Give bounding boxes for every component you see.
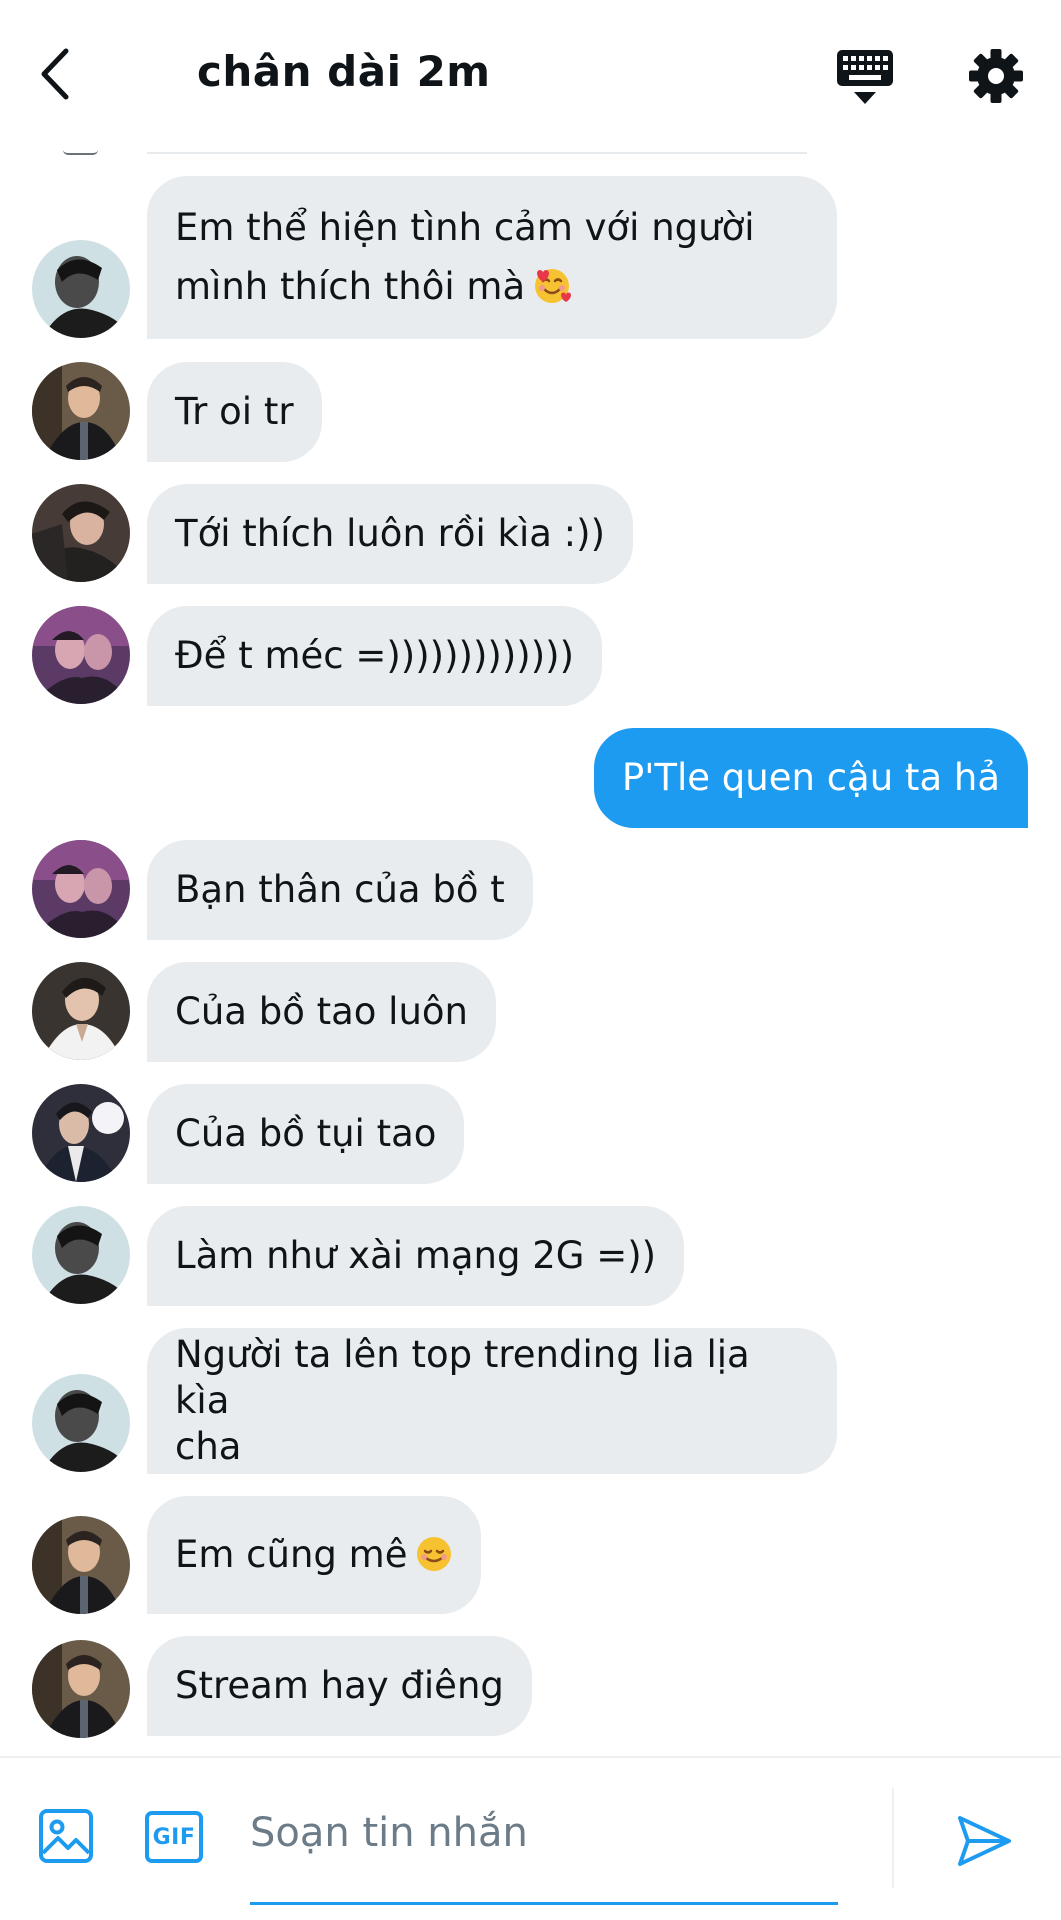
keyboard-icon [837, 50, 893, 104]
conversation-title[interactable]: chân dài 2m [197, 47, 491, 96]
add-image-button[interactable] [38, 1808, 94, 1864]
avatar [63, 150, 98, 155]
avatar[interactable] [32, 962, 130, 1060]
avatar[interactable] [32, 484, 130, 582]
message-text: Của bồ tao luôn [175, 990, 469, 1033]
gear-icon [969, 49, 1023, 103]
message-composer: GIF [0, 1756, 1061, 1920]
message-text: Tới thích luôn rồi kìa :)) [175, 512, 606, 555]
conversation-header: chân dài 2m [0, 0, 1061, 150]
message-bubble[interactable]: Stream hay điêng [147, 1636, 532, 1736]
message-bubble[interactable]: Làm như xài mạng 2G =)) [147, 1206, 685, 1306]
message-text: Bạn thân của bồ t [175, 868, 505, 911]
send-button[interactable] [955, 1812, 1013, 1870]
message-bubble[interactable]: Của bồ tụi tao [147, 1084, 465, 1184]
message-text: Em thể hiện tình cảm với người mình thích… [175, 198, 755, 316]
avatar[interactable] [32, 362, 130, 460]
avatar[interactable] [32, 1206, 130, 1304]
message-text: Của bồ tụi tao [175, 1112, 437, 1155]
smiling-face-with-hearts-icon [535, 268, 572, 303]
avatar[interactable] [32, 1516, 130, 1614]
image-icon [39, 1809, 93, 1863]
message-text-line: cha [175, 1425, 242, 1468]
message-text: Người ta lên top trending lia lịa kìa cha [175, 1332, 809, 1470]
message-text: Em cũng mê [175, 1526, 453, 1584]
message-bubble[interactable]: Của bồ tao luôn [147, 962, 497, 1062]
message-bubble[interactable]: Tr oi tr [147, 362, 322, 462]
message-bubble[interactable]: Tới thích luôn rồi kìa :)) [147, 484, 634, 584]
input-underline [250, 1902, 838, 1905]
message-bubble[interactable]: Em cũng mê [147, 1496, 482, 1614]
send-icon [958, 1816, 1011, 1866]
message-text: Stream hay điêng [175, 1664, 504, 1707]
message-text: P'Tle quen cậu ta hả [621, 756, 1000, 799]
chevron-left-icon [41, 48, 69, 100]
gif-button[interactable]: GIF [145, 1811, 203, 1863]
message-text-line: Người ta lên top trending lia lịa kìa [175, 1333, 750, 1422]
avatar[interactable] [32, 840, 130, 938]
back-button[interactable] [40, 44, 84, 104]
divider [892, 1788, 894, 1888]
message-text-line: mình thích thôi mà [175, 264, 526, 308]
avatar[interactable] [32, 606, 130, 704]
settings-button[interactable] [968, 48, 1024, 104]
avatar[interactable] [32, 1084, 130, 1182]
message-text-line: Em cũng mê [175, 1533, 408, 1576]
avatar[interactable] [32, 1640, 130, 1738]
message-text: Tr oi tr [175, 390, 294, 433]
avatar[interactable] [32, 1374, 130, 1472]
divider [147, 152, 807, 154]
message-text: Để t méc =))))))))))))) [175, 634, 575, 677]
keyboard-button[interactable] [836, 48, 894, 106]
message-bubble[interactable]: Bạn thân của bồ t [147, 840, 533, 940]
message-bubble[interactable]: Để t méc =))))))))))))) [147, 606, 603, 706]
avatar[interactable] [32, 240, 130, 338]
smiling-face-icon [417, 1537, 452, 1571]
message-bubble[interactable]: Người ta lên top trending lia lịa kìa cha [147, 1328, 837, 1474]
message-bubble[interactable]: Em thể hiện tình cảm với người mình thích… [147, 176, 837, 339]
message-text: Làm như xài mạng 2G =)) [175, 1234, 657, 1277]
message-bubble-sent[interactable]: P'Tle quen cậu ta hả [593, 728, 1028, 828]
message-input[interactable] [250, 1798, 840, 1868]
message-text-line: Em thể hiện tình cảm với người [175, 205, 755, 249]
gif-label: GIF [152, 1824, 196, 1850]
